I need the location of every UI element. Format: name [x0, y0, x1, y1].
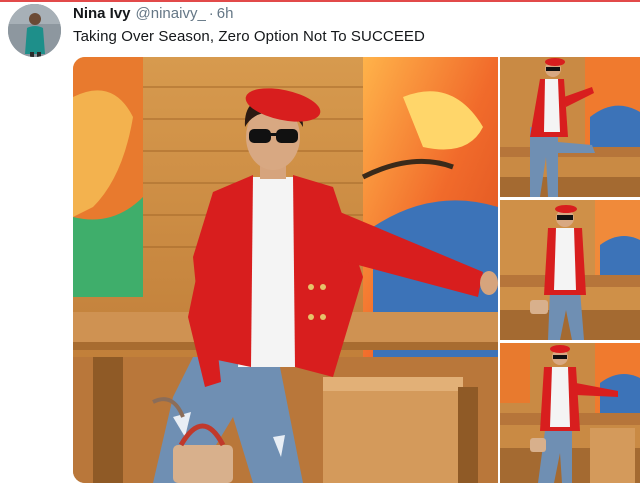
tweet-text: Taking Over Season, Zero Option Not To S…: [73, 28, 425, 45]
thumbnail-photo-1-image: [500, 57, 640, 197]
tweet-card: Nina Ivy @ninaivy_ · 6h Taking Over Seas…: [0, 0, 640, 486]
tweet-timestamp[interactable]: 6h: [217, 5, 234, 22]
thumbnail-photo-1[interactable]: [500, 57, 640, 197]
main-photo-image: [73, 57, 498, 483]
thumbnail-photo-2[interactable]: [500, 200, 640, 340]
avatar[interactable]: [8, 4, 61, 57]
user-handle[interactable]: @ninaivy_: [136, 5, 206, 22]
avatar-image: [8, 4, 61, 57]
tweet-header: Nina Ivy @ninaivy_ · 6h: [73, 5, 233, 25]
thumbnail-photo-3[interactable]: [500, 343, 640, 483]
separator-dot: ·: [208, 5, 214, 22]
media-grid: [73, 57, 640, 483]
display-name[interactable]: Nina Ivy: [73, 5, 131, 22]
thumbnail-photo-3-image: [500, 343, 640, 483]
main-photo[interactable]: [73, 57, 498, 483]
thumbnail-photo-2-image: [500, 200, 640, 340]
